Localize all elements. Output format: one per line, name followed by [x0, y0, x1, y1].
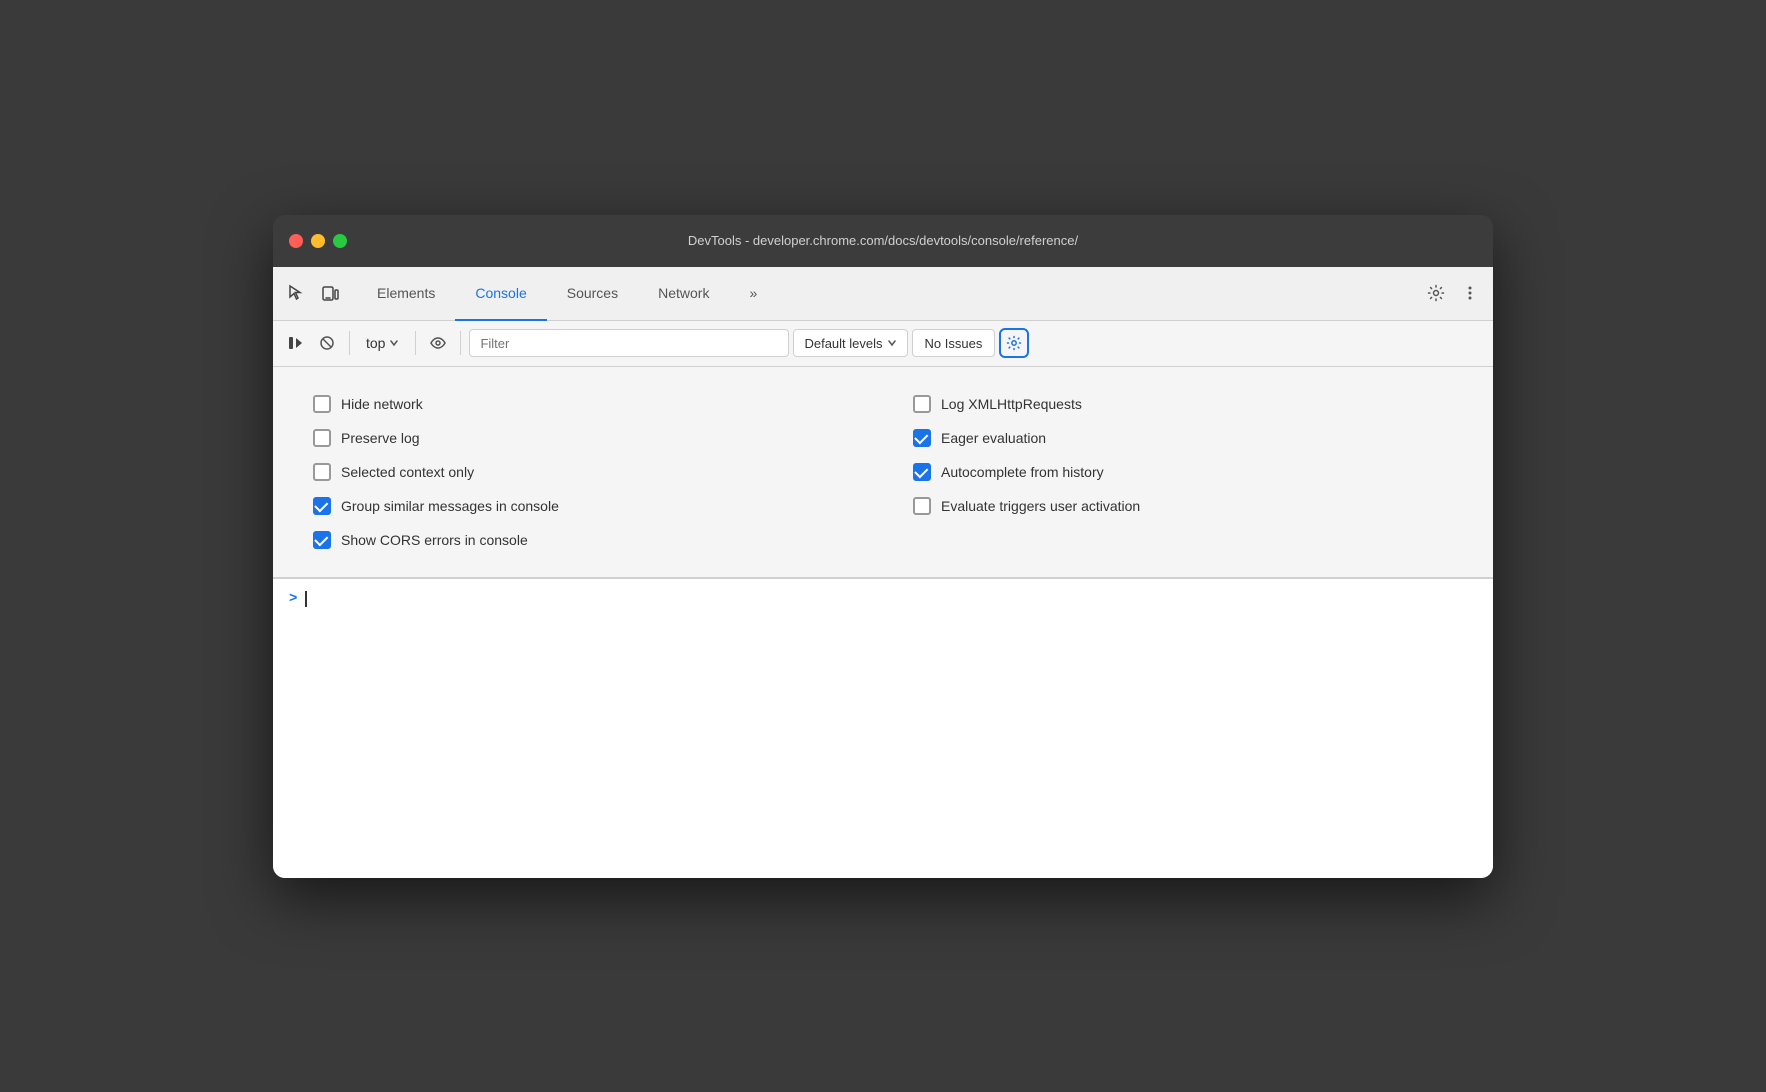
cursor-icon [287, 284, 305, 302]
label-autocomplete-history: Autocomplete from history [941, 464, 1104, 480]
toolbar-divider-1 [349, 331, 350, 355]
window-title: DevTools - developer.chrome.com/docs/dev… [688, 233, 1078, 248]
eye-button[interactable] [424, 329, 452, 357]
setting-preserve-log[interactable]: Preserve log [313, 421, 853, 455]
label-preserve-log: Preserve log [341, 430, 420, 446]
label-selected-context: Selected context only [341, 464, 474, 480]
label-log-xmlhttp: Log XMLHttpRequests [941, 396, 1082, 412]
console-input-line: > [289, 591, 1477, 607]
no-issues-button[interactable]: No Issues [912, 329, 996, 357]
no-issues-label: No Issues [925, 336, 983, 351]
context-selector[interactable]: top [358, 329, 407, 357]
tab-bar: Elements Console Sources Network » [273, 267, 1493, 321]
three-dots-icon [1461, 284, 1479, 302]
traffic-lights [289, 234, 347, 248]
checkbox-group-similar[interactable] [313, 497, 331, 515]
settings-button[interactable] [1421, 278, 1451, 308]
label-hide-network: Hide network [341, 396, 423, 412]
tab-network[interactable]: Network [638, 267, 729, 321]
device-icon [321, 284, 339, 302]
titlebar: DevTools - developer.chrome.com/docs/dev… [273, 215, 1493, 267]
devtools-window: DevTools - developer.chrome.com/docs/dev… [273, 215, 1493, 878]
tab-elements[interactable]: Elements [357, 267, 455, 321]
more-options-button[interactable] [1455, 278, 1485, 308]
label-eager-eval: Eager evaluation [941, 430, 1046, 446]
settings-grid: Hide network Preserve log Selected conte… [313, 387, 1453, 557]
console-cursor [305, 591, 307, 607]
setting-show-cors[interactable]: Show CORS errors in console [313, 523, 853, 557]
setting-evaluate-triggers[interactable]: Evaluate triggers user activation [913, 489, 1453, 523]
label-show-cors: Show CORS errors in console [341, 532, 528, 548]
checkbox-autocomplete-history[interactable] [913, 463, 931, 481]
console-toolbar: top Default levels No I [273, 321, 1493, 367]
levels-button[interactable]: Default levels [793, 329, 907, 357]
settings-panel: Hide network Preserve log Selected conte… [273, 367, 1493, 578]
ban-icon [319, 335, 335, 351]
checkbox-eager-eval[interactable] [913, 429, 931, 447]
setting-hide-network[interactable]: Hide network [313, 387, 853, 421]
setting-log-xmlhttp[interactable]: Log XMLHttpRequests [913, 387, 1453, 421]
tab-console[interactable]: Console [455, 267, 546, 321]
console-prompt: > [289, 591, 297, 607]
eye-icon [430, 335, 446, 351]
label-group-similar: Group similar messages in console [341, 498, 559, 514]
levels-chevron-icon [887, 338, 897, 348]
checkbox-show-cors[interactable] [313, 531, 331, 549]
play-icon [287, 335, 303, 351]
setting-group-similar[interactable]: Group similar messages in console [313, 489, 853, 523]
clear-console-button[interactable] [281, 329, 309, 357]
setting-autocomplete-history[interactable]: Autocomplete from history [913, 455, 1453, 489]
chevron-down-icon [389, 338, 399, 348]
toolbar-divider-3 [460, 331, 461, 355]
maximize-button[interactable] [333, 234, 347, 248]
toolbar-divider-2 [415, 331, 416, 355]
settings-left-column: Hide network Preserve log Selected conte… [313, 387, 853, 557]
checkbox-selected-context[interactable] [313, 463, 331, 481]
checkbox-log-xmlhttp[interactable] [913, 395, 931, 413]
tabs: Elements Console Sources Network » [357, 267, 1421, 320]
label-evaluate-triggers: Evaluate triggers user activation [941, 498, 1140, 514]
levels-label: Default levels [804, 336, 882, 351]
close-button[interactable] [289, 234, 303, 248]
tab-bar-left [281, 267, 345, 320]
checkbox-preserve-log[interactable] [313, 429, 331, 447]
filter-input[interactable] [469, 329, 789, 357]
checkbox-hide-network[interactable] [313, 395, 331, 413]
settings-active-icon [1006, 335, 1022, 351]
gear-icon [1427, 284, 1445, 302]
console-settings-button[interactable] [999, 328, 1029, 358]
tab-sources[interactable]: Sources [547, 267, 638, 321]
console-area[interactable]: > [273, 578, 1493, 878]
devtools-body: Elements Console Sources Network » [273, 267, 1493, 878]
inspect-element-button[interactable] [281, 278, 311, 308]
device-toolbar-button[interactable] [315, 278, 345, 308]
context-label: top [366, 335, 385, 351]
setting-selected-context[interactable]: Selected context only [313, 455, 853, 489]
checkbox-evaluate-triggers[interactable] [913, 497, 931, 515]
tab-more[interactable]: » [729, 267, 777, 321]
tab-bar-right [1421, 267, 1485, 320]
setting-eager-eval[interactable]: Eager evaluation [913, 421, 1453, 455]
no-entry-button[interactable] [313, 329, 341, 357]
settings-right-column: Log XMLHttpRequests Eager evaluation Aut… [913, 387, 1453, 557]
minimize-button[interactable] [311, 234, 325, 248]
